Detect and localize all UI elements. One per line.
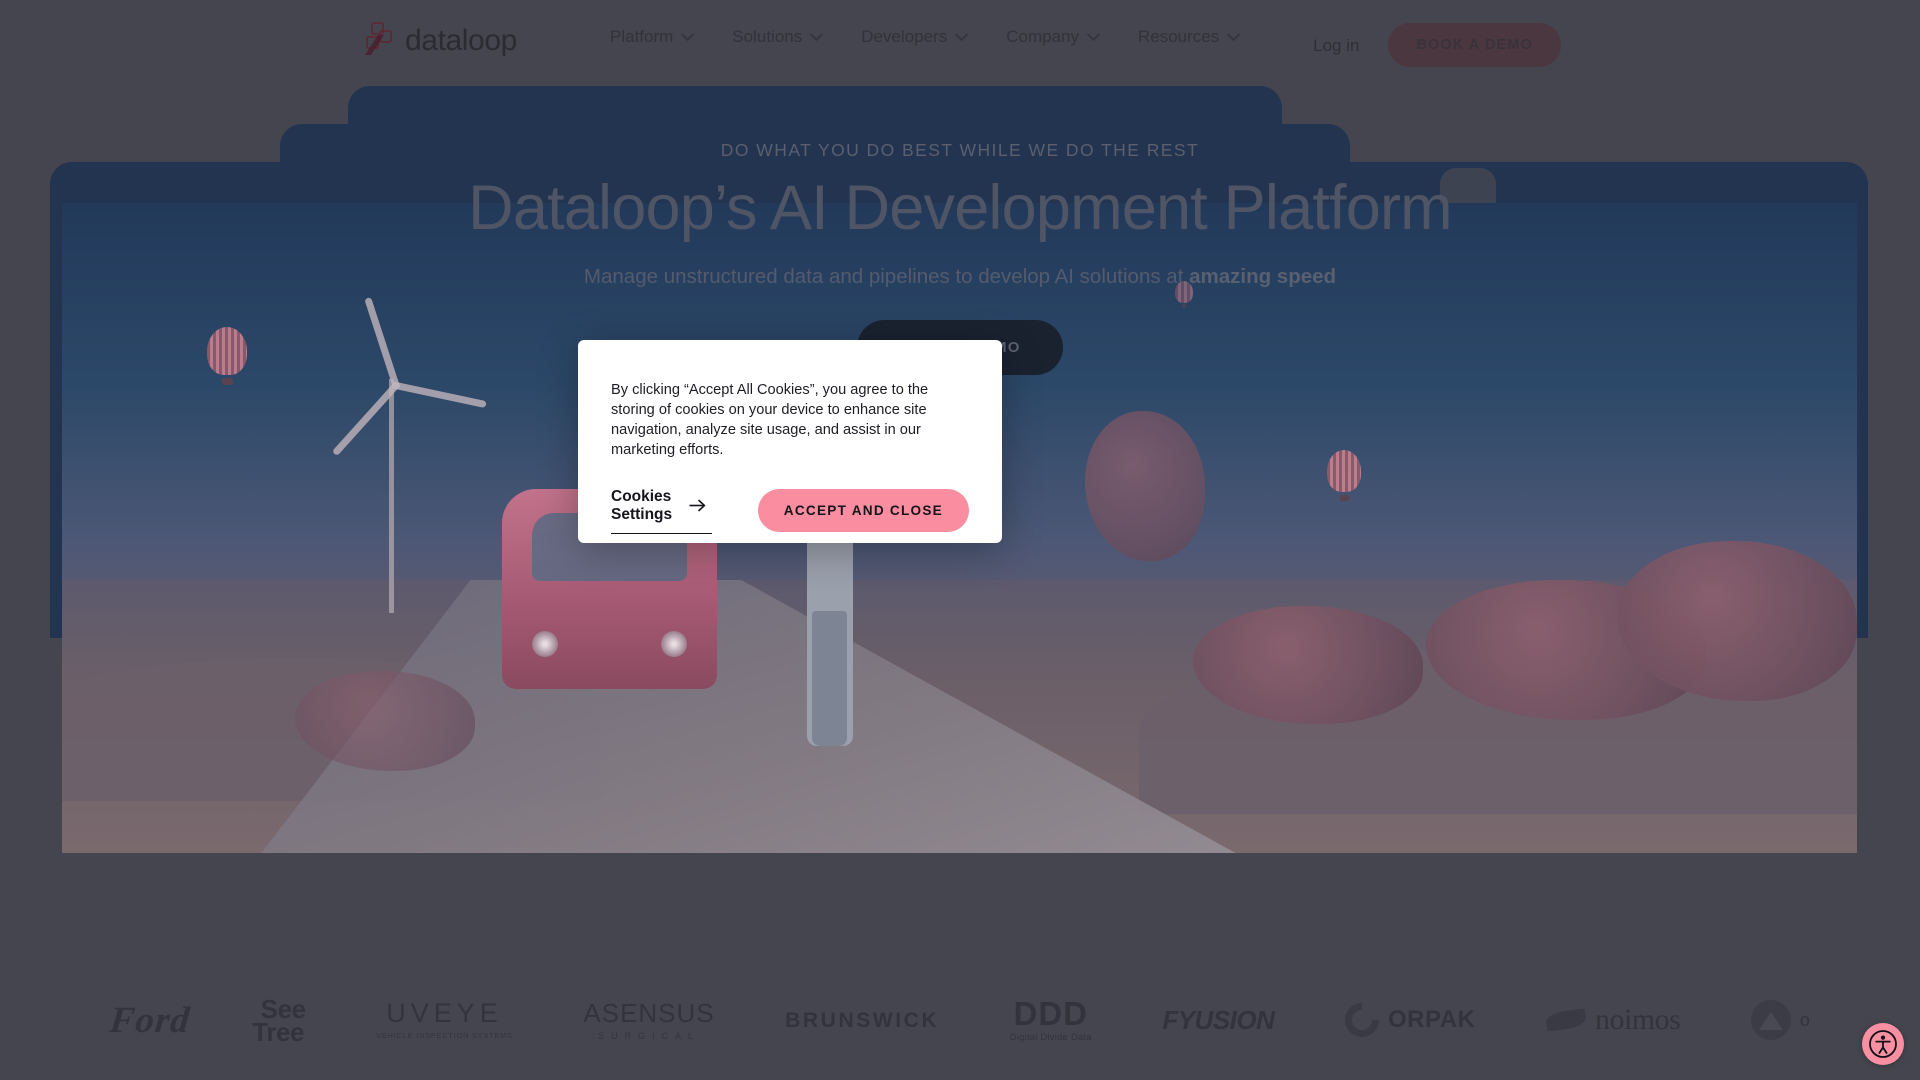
nav-item-platform[interactable]: Platform bbox=[610, 27, 695, 46]
client-logo-ddd: DDD Digital Divide Data bbox=[1010, 997, 1092, 1043]
hero-car-light-left bbox=[531, 631, 558, 657]
client-logo-noimos: noimos bbox=[1544, 1003, 1681, 1036]
logo-wordmark: dataloop bbox=[405, 24, 517, 57]
noimos-wordmark: noimos bbox=[1594, 1003, 1681, 1036]
arrow-right-icon bbox=[689, 499, 706, 512]
chevron-down-icon bbox=[955, 33, 969, 41]
hero-eyebrow: DO WHAT YOU DO BEST WHILE WE DO THE REST bbox=[720, 140, 1200, 160]
noimos-leaf-icon bbox=[1544, 1008, 1588, 1032]
chevron-down-icon bbox=[681, 33, 695, 41]
accessibility-widget-button[interactable] bbox=[1862, 1023, 1904, 1065]
client-logo-orpak: ORPAK bbox=[1344, 1003, 1476, 1037]
hero-subheadline-prefix: Manage unstructured data and pipelines t… bbox=[583, 264, 1190, 288]
hero-subheadline-emphasis: amazing speed bbox=[1189, 264, 1337, 288]
nav-item-developers[interactable]: Developers bbox=[861, 27, 969, 46]
nav-label: Developers bbox=[861, 27, 948, 46]
asensus-wordmark: ASENSUS bbox=[583, 997, 715, 1028]
header-book-demo-button[interactable]: BOOK A DEMO bbox=[1388, 23, 1561, 67]
cookie-consent-message: By clicking “Accept All Cookies”, you ag… bbox=[611, 382, 929, 459]
accept-and-close-button[interactable]: ACCEPT AND CLOSE bbox=[757, 489, 969, 532]
client-logo-brunswick: BRUNSWICK bbox=[785, 1008, 940, 1032]
hero-headline: Dataloop’s AI Development Platform bbox=[468, 173, 1452, 243]
hero-car-light-right bbox=[660, 631, 687, 657]
main-navigation: Platform Solutions Developers Company Re… bbox=[610, 27, 1241, 46]
chevron-down-icon bbox=[1227, 33, 1241, 41]
accessibility-person-icon bbox=[1868, 1029, 1898, 1059]
nav-label: Resources bbox=[1138, 27, 1220, 46]
cookies-settings-label: Cookies Settings bbox=[611, 487, 673, 523]
client-logo-ford: Ford bbox=[107, 999, 193, 1041]
nav-label: Company bbox=[1006, 27, 1079, 46]
dataloop-blocks-icon bbox=[362, 22, 396, 58]
partial-circle-icon bbox=[1750, 1000, 1791, 1040]
nav-item-company[interactable]: Company bbox=[1006, 28, 1100, 45]
ddd-tagline: Digital Divide Data bbox=[1009, 1032, 1092, 1044]
seetree-line-2: Tree bbox=[252, 1016, 305, 1047]
nav-label: Solutions bbox=[732, 27, 803, 46]
orpak-wordmark: ORPAK bbox=[1387, 1006, 1476, 1033]
cookies-settings-link[interactable]: Cookies Settings bbox=[611, 488, 712, 534]
client-logo-strip: Ford See Tree UVEYE VEHICLE INSPECTION S… bbox=[0, 960, 1920, 1080]
page-root: dataloop Platform Solutions Developers C… bbox=[0, 0, 1920, 1080]
hero-turbine-pole bbox=[388, 378, 394, 613]
chevron-down-icon bbox=[1087, 33, 1100, 41]
dataloop-logo[interactable]: dataloop bbox=[362, 20, 517, 60]
hero-copy: DO WHAT YOU DO BEST WHILE WE DO THE REST… bbox=[0, 78, 1920, 375]
cookie-dialog-actions: Cookies Settings ACCEPT AND CLOSE bbox=[611, 488, 969, 534]
orpak-ring-icon bbox=[1344, 1003, 1379, 1037]
client-logo-fyusion: FYUSION bbox=[1162, 1005, 1275, 1035]
hero-subheadline: Manage unstructured data and pipelines t… bbox=[0, 265, 1920, 289]
chevron-down-icon bbox=[810, 33, 824, 41]
uveye-wordmark: UVEYE bbox=[386, 998, 503, 1029]
nav-label: Platform bbox=[610, 27, 674, 46]
ddd-wordmark: DDD bbox=[1013, 995, 1089, 1033]
nav-item-solutions[interactable]: Solutions bbox=[732, 27, 824, 46]
partial-wordmark: o bbox=[1799, 1010, 1810, 1030]
cookie-consent-dialog: By clicking “Accept All Cookies”, you ag… bbox=[578, 340, 1002, 543]
nav-item-resources[interactable]: Resources bbox=[1138, 27, 1241, 46]
site-header: dataloop Platform Solutions Developers C… bbox=[0, 0, 1920, 78]
login-link[interactable]: Log in bbox=[1309, 28, 1363, 63]
client-logo-uveye: UVEYE VEHICLE INSPECTION SYSTEMS bbox=[376, 998, 513, 1041]
client-logo-asensus: ASENSUS SURGICAL bbox=[583, 1000, 714, 1041]
header-actions: Log in BOOK A DEMO bbox=[1309, 23, 1561, 67]
asensus-tagline: SURGICAL bbox=[597, 1030, 700, 1041]
client-logo-seetree: See Tree bbox=[252, 996, 306, 1045]
client-logo-partial: o bbox=[1750, 1000, 1810, 1040]
hero-balloon-right bbox=[1327, 450, 1362, 504]
uveye-tagline: VEHICLE INSPECTION SYSTEMS bbox=[376, 1031, 513, 1041]
